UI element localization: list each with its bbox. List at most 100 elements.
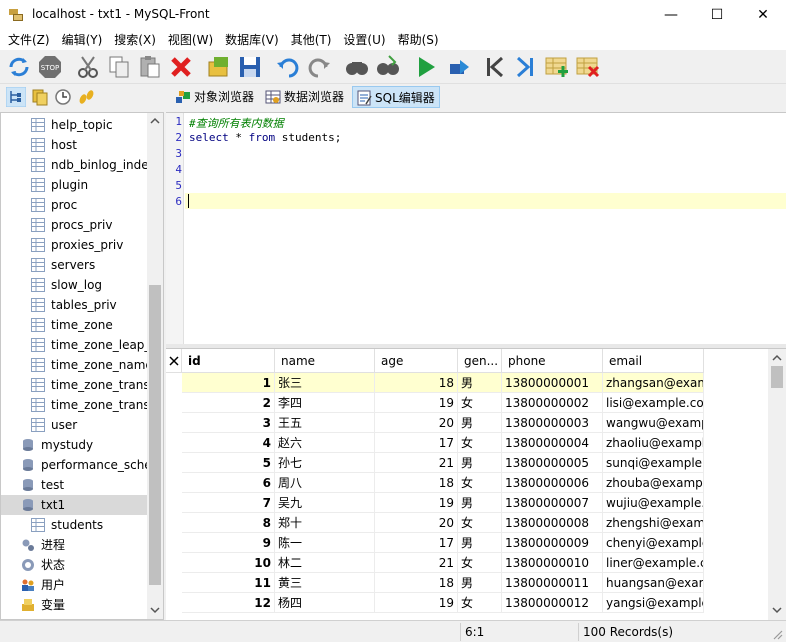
find-icon[interactable] bbox=[344, 54, 370, 80]
grid-cell[interactable]: 王五 bbox=[275, 413, 375, 433]
find-replace-icon[interactable] bbox=[375, 54, 401, 80]
grid-cell[interactable]: lisi@example.cor bbox=[603, 393, 704, 413]
favorites-icon[interactable] bbox=[77, 88, 95, 106]
grid-cell[interactable]: 女 bbox=[458, 433, 502, 453]
grid-cell[interactable]: 男 bbox=[458, 413, 502, 433]
column-header[interactable]: gen... bbox=[458, 349, 502, 373]
grid-cell[interactable]: 赵六 bbox=[275, 433, 375, 453]
grid-cell[interactable]: wangwu@exampl bbox=[603, 413, 704, 433]
sql-editor[interactable]: 1 2 3 4 5 6 #查询所有表内数据 select * from stud… bbox=[166, 112, 786, 344]
history-clock-icon[interactable] bbox=[54, 88, 72, 106]
copy-icon[interactable] bbox=[106, 54, 132, 80]
resize-grip-icon[interactable] bbox=[770, 627, 784, 641]
menu-view[interactable]: 视图(W) bbox=[162, 30, 219, 50]
grid-cell[interactable]: 男 bbox=[458, 373, 502, 393]
insert-record-icon[interactable] bbox=[544, 54, 570, 80]
grid-cell[interactable]: 孙七 bbox=[275, 453, 375, 473]
menu-other[interactable]: 其他(T) bbox=[285, 30, 338, 50]
tab-sql-editor[interactable]: SQL编辑器 bbox=[352, 86, 440, 108]
grid-cell[interactable]: 吴九 bbox=[275, 493, 375, 513]
grid-cell[interactable]: sunqi@example.c bbox=[603, 453, 704, 473]
grid-scroll-thumb[interactable] bbox=[771, 366, 783, 388]
refresh-icon[interactable] bbox=[6, 54, 32, 80]
paste-icon[interactable] bbox=[137, 54, 163, 80]
tab-data-browser[interactable]: 数据浏览器 bbox=[262, 86, 348, 108]
grid-corner[interactable] bbox=[166, 349, 182, 373]
grid-cell[interactable]: 4 bbox=[182, 433, 275, 453]
column-header[interactable]: name bbox=[275, 349, 375, 373]
grid-cell[interactable]: 6 bbox=[182, 473, 275, 493]
grid-cell[interactable]: 7 bbox=[182, 493, 275, 513]
grid-cell[interactable]: 李四 bbox=[275, 393, 375, 413]
grid-cell[interactable]: 18 bbox=[375, 373, 458, 393]
grid-cell[interactable]: 男 bbox=[458, 573, 502, 593]
close-button[interactable]: ✕ bbox=[740, 0, 786, 30]
redo-icon[interactable] bbox=[306, 54, 332, 80]
menu-file[interactable]: 文件(Z) bbox=[0, 30, 56, 50]
object-tree[interactable]: help_topic host ndb_binlog_inde plugin proc p… bbox=[0, 112, 164, 620]
grid-cell[interactable]: 男 bbox=[458, 453, 502, 473]
grid-cell[interactable]: 13800000012 bbox=[502, 593, 603, 613]
grid-cell[interactable]: 19 bbox=[375, 393, 458, 413]
grid-cell[interactable]: 13800000005 bbox=[502, 453, 603, 473]
result-grid[interactable]: id name age gen... phone email 1 张三 18 男 138000000… bbox=[166, 348, 786, 620]
first-record-icon[interactable] bbox=[482, 54, 508, 80]
menu-edit[interactable]: 编辑(Y) bbox=[56, 30, 109, 50]
grid-scroll-down-arrow-icon[interactable] bbox=[772, 605, 782, 615]
tree-scroll-thumb[interactable] bbox=[149, 285, 161, 585]
run-selection-icon[interactable] bbox=[446, 54, 472, 80]
tree-scrollbar[interactable] bbox=[147, 113, 163, 619]
grid-cell[interactable]: liner@example.c bbox=[603, 553, 704, 573]
grid-cell[interactable]: 男 bbox=[458, 533, 502, 553]
grid-cell[interactable]: 13800000006 bbox=[502, 473, 603, 493]
tree-view-icon[interactable] bbox=[6, 87, 26, 107]
grid-cell[interactable]: 13800000011 bbox=[502, 573, 603, 593]
grid-cell[interactable]: 18 bbox=[375, 573, 458, 593]
grid-cell[interactable]: 女 bbox=[458, 593, 502, 613]
menu-help[interactable]: 帮助(S) bbox=[392, 30, 445, 50]
open-file-icon[interactable] bbox=[206, 54, 232, 80]
grid-cell[interactable]: 8 bbox=[182, 513, 275, 533]
undo-icon[interactable] bbox=[275, 54, 301, 80]
grid-cell[interactable]: 女 bbox=[458, 513, 502, 533]
stop-icon[interactable]: STOP bbox=[37, 54, 63, 80]
cut-icon[interactable] bbox=[75, 54, 101, 80]
grid-cell[interactable]: 19 bbox=[375, 593, 458, 613]
grid-cell[interactable]: 女 bbox=[458, 473, 502, 493]
grid-cell[interactable]: 21 bbox=[375, 553, 458, 573]
grid-cell[interactable]: 3 bbox=[182, 413, 275, 433]
grid-cell[interactable]: 10 bbox=[182, 553, 275, 573]
grid-cell[interactable]: wujiu@example.c bbox=[603, 493, 704, 513]
grid-cell[interactable]: 13800000010 bbox=[502, 553, 603, 573]
grid-cell[interactable]: 13800000002 bbox=[502, 393, 603, 413]
grid-scrollbar[interactable] bbox=[768, 349, 786, 620]
grid-cell[interactable]: 13800000001 bbox=[502, 373, 603, 393]
tab-object-browser[interactable]: 对象浏览器 bbox=[172, 86, 258, 108]
grid-cell[interactable]: 周八 bbox=[275, 473, 375, 493]
grid-cell[interactable]: 张三 bbox=[275, 373, 375, 393]
column-header[interactable]: email bbox=[603, 349, 704, 373]
grid-cell[interactable]: zhangsan@examp bbox=[603, 373, 704, 393]
grid-cell[interactable]: 13800000003 bbox=[502, 413, 603, 433]
grid-cell[interactable]: 18 bbox=[375, 473, 458, 493]
grid-cell[interactable]: 1 bbox=[182, 373, 275, 393]
grid-cell[interactable]: 17 bbox=[375, 433, 458, 453]
menu-search[interactable]: 搜索(X) bbox=[108, 30, 162, 50]
grid-cell[interactable]: zhaoliu@exampl bbox=[603, 433, 704, 453]
grid-cell[interactable]: chenyi@example bbox=[603, 533, 704, 553]
grid-cell[interactable]: 17 bbox=[375, 533, 458, 553]
grid-cell[interactable]: 9 bbox=[182, 533, 275, 553]
delete-icon[interactable] bbox=[168, 54, 194, 80]
column-header[interactable]: phone bbox=[502, 349, 603, 373]
grid-cell[interactable]: 20 bbox=[375, 513, 458, 533]
grid-cell[interactable]: 陈一 bbox=[275, 533, 375, 553]
menu-settings[interactable]: 设置(U) bbox=[337, 30, 391, 50]
grid-cell[interactable]: zhengshi@examp bbox=[603, 513, 704, 533]
grid-cell[interactable]: huangsan@exam bbox=[603, 573, 704, 593]
grid-cell[interactable]: 女 bbox=[458, 393, 502, 413]
grid-cell[interactable]: zhouba@exampl bbox=[603, 473, 704, 493]
grid-cell[interactable]: 杨四 bbox=[275, 593, 375, 613]
clear-filter-icon[interactable] bbox=[169, 356, 179, 366]
last-record-icon[interactable] bbox=[512, 54, 538, 80]
sql-history-icon[interactable] bbox=[31, 88, 49, 106]
